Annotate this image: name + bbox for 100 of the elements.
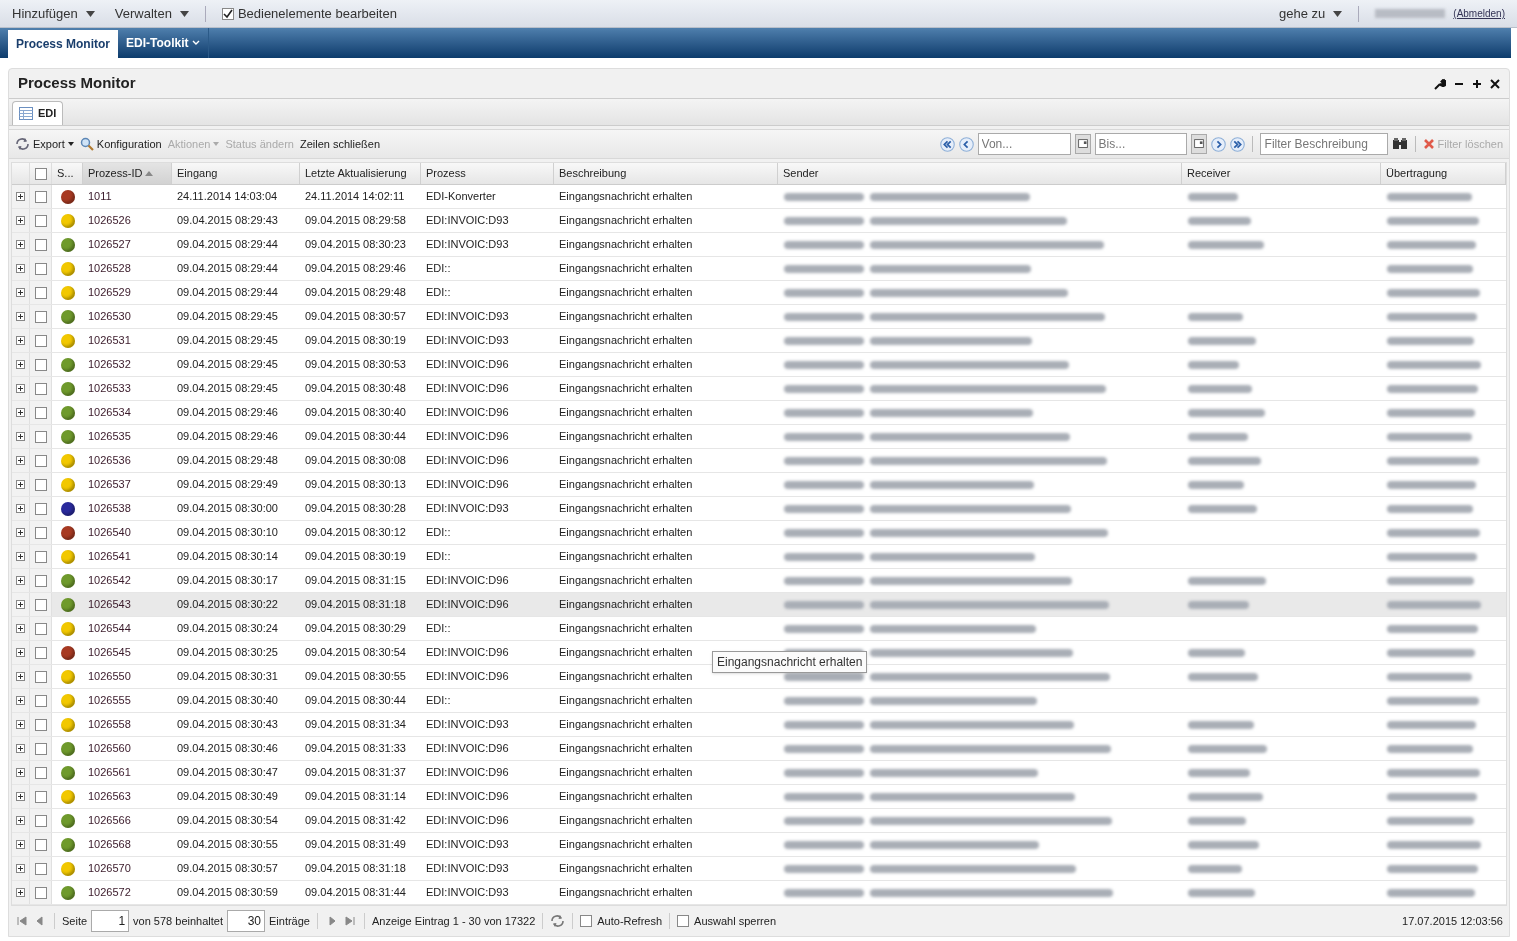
checkbox[interactable] xyxy=(34,430,47,443)
checkbox[interactable] xyxy=(34,478,47,491)
table-row[interactable]: 1026541 09.04.2015 08:30:14 09.04.2015 08:30:19 EDI:: Eingangsnachricht erhalten xyxy=(12,545,1506,569)
table-row[interactable]: 1026568 09.04.2015 08:30:55 09.04.2015 08:31:49 EDI:INVOIC:D93 Eingangsnachricht erhalten xyxy=(12,833,1506,857)
expand-icon[interactable] xyxy=(16,816,25,825)
calendar-icon[interactable] xyxy=(1190,134,1207,154)
checkbox[interactable] xyxy=(34,358,47,371)
first-page-icon[interactable] xyxy=(15,914,29,928)
logout-link[interactable]: (Abmelden) xyxy=(1453,6,1505,21)
checkbox[interactable] xyxy=(34,862,47,875)
date-field[interactable]: Von... xyxy=(977,133,1071,155)
toolbar-button[interactable]: Export xyxy=(15,135,74,153)
previous-icon[interactable] xyxy=(958,136,974,152)
last-page-icon[interactable] xyxy=(1229,136,1245,152)
checkbox[interactable] xyxy=(34,646,47,659)
expand-icon[interactable] xyxy=(16,288,25,297)
column-header[interactable]: Prozess xyxy=(421,163,554,184)
close-icon[interactable] xyxy=(1490,78,1500,89)
panel-tab[interactable]: EDI xyxy=(12,101,64,125)
table-row[interactable]: 1026535 09.04.2015 08:29:46 09.04.2015 08:30:44 EDI:INVOIC:D96 Eingangsnachricht erhalten xyxy=(12,425,1506,449)
checkbox[interactable] xyxy=(34,574,47,587)
checkbox[interactable] xyxy=(34,238,47,251)
table-row[interactable]: 1026563 09.04.2015 08:30:49 09.04.2015 08:31:14 EDI:INVOIC:D96 Eingangsnachricht erhalten xyxy=(12,785,1506,809)
calendar-icon[interactable] xyxy=(1074,134,1091,154)
table-row[interactable]: 1026570 09.04.2015 08:30:57 09.04.2015 08:31:18 EDI:INVOIC:D93 Eingangsnachricht erhalten xyxy=(12,857,1506,881)
checkbox[interactable] xyxy=(34,550,47,563)
expand-icon[interactable] xyxy=(16,336,25,345)
checkbox[interactable] xyxy=(34,310,47,323)
table-row[interactable]: 1026532 09.04.2015 08:29:45 09.04.2015 08:30:53 EDI:INVOIC:D96 Eingangsnachricht erhalten xyxy=(12,353,1506,377)
table-row[interactable]: 1026555 09.04.2015 08:30:40 09.04.2015 08:30:44 EDI:: Eingangsnachricht erhalten xyxy=(12,689,1506,713)
column-header[interactable]: Übertragung xyxy=(1381,163,1506,184)
table-row[interactable]: 1026572 09.04.2015 08:30:59 09.04.2015 08:31:44 EDI:INVOIC:D93 Eingangsnachricht erhalten xyxy=(12,881,1506,905)
checkbox[interactable] xyxy=(34,622,47,635)
expand-icon[interactable] xyxy=(16,696,25,705)
nav-tab[interactable]: EDI-Toolkit xyxy=(118,28,210,58)
table-row[interactable]: 1026558 09.04.2015 08:30:43 09.04.2015 08:31:34 EDI:INVOIC:D93 Eingangsnachricht erhalten xyxy=(12,713,1506,737)
table-row[interactable]: 1026540 09.04.2015 08:30:10 09.04.2015 08:30:12 EDI:: Eingangsnachricht erhalten xyxy=(12,521,1506,545)
maximize-icon[interactable] xyxy=(1472,78,1482,89)
table-row[interactable]: 1026527 09.04.2015 08:29:44 09.04.2015 08:30:23 EDI:INVOIC:D93 Eingangsnachricht erhalten xyxy=(12,233,1506,257)
expand-icon[interactable] xyxy=(16,216,25,225)
expand-icon[interactable] xyxy=(16,888,25,897)
table-row[interactable]: 1026530 09.04.2015 08:29:45 09.04.2015 08:30:57 EDI:INVOIC:D93 Eingangsnachricht erhalten xyxy=(12,305,1506,329)
checkbox[interactable] xyxy=(34,694,47,707)
expand-icon[interactable] xyxy=(16,576,25,585)
expand-icon[interactable] xyxy=(16,312,25,321)
table-row[interactable]: 1026566 09.04.2015 08:30:54 09.04.2015 08:31:42 EDI:INVOIC:D96 Eingangsnachricht erhalten xyxy=(12,809,1506,833)
checkbox[interactable] xyxy=(221,7,234,20)
table-row[interactable]: 1026533 09.04.2015 08:29:45 09.04.2015 08:30:48 EDI:INVOIC:D96 Eingangsnachricht erhalten xyxy=(12,377,1506,401)
expand-icon[interactable] xyxy=(16,264,25,273)
expand-icon[interactable] xyxy=(16,240,25,249)
last-page-icon[interactable] xyxy=(343,914,357,928)
column-header[interactable]: Prozess-ID xyxy=(83,163,172,184)
expand-icon[interactable] xyxy=(16,384,25,393)
table-row[interactable]: 1026537 09.04.2015 08:29:49 09.04.2015 08:30:13 EDI:INVOIC:D96 Eingangsnachricht erhalten xyxy=(12,473,1506,497)
menu-button[interactable]: Hinzufügen xyxy=(12,3,95,24)
refresh-icon[interactable] xyxy=(550,914,566,928)
expand-icon[interactable] xyxy=(16,720,25,729)
toolbar-button[interactable]: Zeilen schließen xyxy=(299,135,381,153)
expand-icon[interactable] xyxy=(16,552,25,561)
checkbox[interactable] xyxy=(34,670,47,683)
page-size-field[interactable]: 30 xyxy=(227,910,265,932)
table-row[interactable]: 1026543 09.04.2015 08:30:22 09.04.2015 08:31:18 EDI:INVOIC:D96 Eingangsnachricht erhalten xyxy=(12,593,1506,617)
expand-icon[interactable] xyxy=(16,360,25,369)
table-row[interactable]: 1026534 09.04.2015 08:29:46 09.04.2015 08:30:40 EDI:INVOIC:D96 Eingangsnachricht erhalten xyxy=(12,401,1506,425)
first-page-icon[interactable] xyxy=(939,136,955,152)
expand-icon[interactable] xyxy=(16,840,25,849)
table-row[interactable]: 1026529 09.04.2015 08:29:44 09.04.2015 08:29:48 EDI:: Eingangsnachricht erhalten xyxy=(12,281,1506,305)
expand-icon[interactable] xyxy=(16,192,25,201)
expand-icon[interactable] xyxy=(16,504,25,513)
expand-icon[interactable] xyxy=(16,456,25,465)
expand-icon[interactable] xyxy=(16,672,25,681)
checkbox[interactable] xyxy=(34,334,47,347)
table-row[interactable]: 1011 24.11.2014 14:03:04 24.11.2014 14:02:11 EDI-Konverter Eingangsnachricht erhalten xyxy=(12,185,1506,209)
expand-icon[interactable] xyxy=(16,792,25,801)
expand-icon[interactable] xyxy=(16,480,25,489)
table-row[interactable]: 1026531 09.04.2015 08:29:45 09.04.2015 08:30:19 EDI:INVOIC:D93 Eingangsnachricht erhalten xyxy=(12,329,1506,353)
table-row[interactable]: 1026538 09.04.2015 08:30:00 09.04.2015 08:30:28 EDI:INVOIC:D93 Eingangsnachricht erhalten xyxy=(12,497,1506,521)
menu-button[interactable]: Verwalten xyxy=(114,3,189,24)
filter-field[interactable]: Filter Beschreibung xyxy=(1259,133,1388,155)
column-header[interactable]: Beschreibung xyxy=(554,163,778,184)
goto-menu[interactable]: gehe zu xyxy=(1279,3,1343,24)
checkbox[interactable] xyxy=(34,262,47,275)
toolbar-button[interactable]: Konfiguration xyxy=(79,135,162,153)
expand-icon[interactable] xyxy=(16,600,25,609)
expand-icon[interactable] xyxy=(16,528,25,537)
expand-icon[interactable] xyxy=(16,408,25,417)
checkbox[interactable] xyxy=(34,286,47,299)
column-header[interactable]: Sender xyxy=(778,163,1182,184)
checkbox[interactable] xyxy=(34,382,47,395)
expand-icon[interactable] xyxy=(16,648,25,657)
checkbox[interactable] xyxy=(34,502,47,515)
checkbox[interactable] xyxy=(34,598,47,611)
nav-tab[interactable]: Process Monitor xyxy=(8,30,119,58)
column-header[interactable]: Receiver xyxy=(1182,163,1381,184)
checkbox[interactable] xyxy=(34,886,47,899)
table-row[interactable]: 1026528 09.04.2015 08:29:44 09.04.2015 08:29:46 EDI:: Eingangsnachricht erhalten xyxy=(12,257,1506,281)
checkbox[interactable] xyxy=(580,915,593,927)
table-row[interactable]: 1026544 09.04.2015 08:30:24 09.04.2015 08:30:29 EDI:: Eingangsnachricht erhalten xyxy=(12,617,1506,641)
column-header[interactable]: Eingang xyxy=(172,163,300,184)
checkbox[interactable] xyxy=(34,814,47,827)
